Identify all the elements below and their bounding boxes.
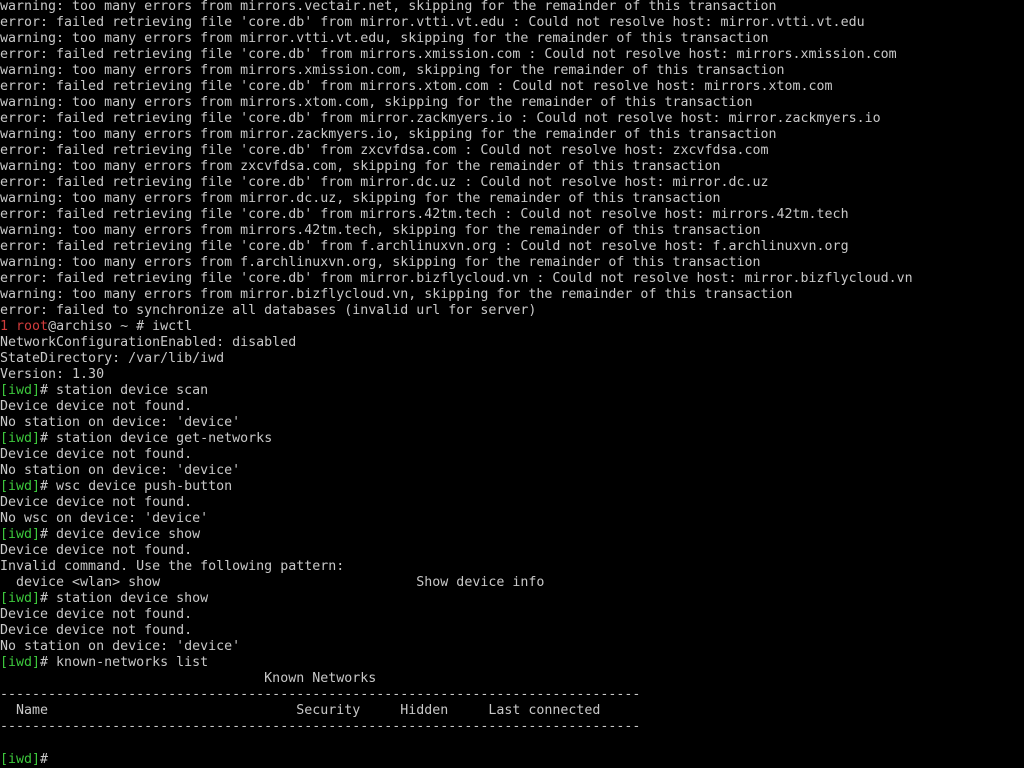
terminal[interactable]: warning: too many errors from mirrors.ve… [0,0,1024,768]
warning-line: warning: too many errors from zxcvfdsa.c… [0,159,721,174]
error-line: error: failed retrieving file 'core.db' … [0,239,849,254]
typed-command: station device get-networks [48,431,273,446]
iwd-prompt-line: [iwd]# device device show [0,527,1024,543]
error-line: error: failed retrieving file 'core.db' … [0,47,897,62]
error-line: error: failed retrieving file 'core.db' … [0,175,769,190]
typed-command: station device show [48,591,209,606]
prompt-symbol: # [40,383,49,398]
error-line: error: failed retrieving file 'core.db' … [0,271,913,286]
output-line: Invalid command. Use the following patte… [0,559,345,574]
output-line: Device device not found. [0,607,193,622]
prompt-symbol: # [40,479,49,494]
iwd-prompt-line: [iwd]# wsc device push-button [0,479,1024,495]
prompt-symbol: # [136,319,145,334]
table-divider: ----------------------------------------… [0,719,641,734]
warning-line: warning: too many errors from mirror.dc.… [0,191,721,206]
iwd-prompt-line: [iwd]# station device get-networks [0,431,1024,447]
iwd-prompt: [iwd] [0,431,41,446]
prompt-symbol: # [40,655,49,670]
iwd-prompt: [iwd] [0,479,41,494]
output-line: Device device not found. [0,447,193,462]
warning-line: warning: too many errors from f.archlinu… [0,255,761,270]
output-line: No station on device: 'device' [0,639,241,654]
error-line: error: failed retrieving file 'core.db' … [0,207,849,222]
warning-line: warning: too many errors from mirror.zac… [0,127,777,142]
prompt-symbol: # [40,752,49,767]
prompt-dir: ~ [112,319,137,334]
prompt-symbol: # [40,591,49,606]
error-line: error: failed retrieving file 'core.db' … [0,79,833,94]
text-cursor[interactable] [48,751,56,765]
prompt-host: @archiso [48,319,113,334]
iwd-prompt: [iwd] [0,383,41,398]
output-line: Device device not found. [0,399,193,414]
output-line: StateDirectory: /var/lib/iwd [0,351,225,366]
output-line: Device device not found. [0,623,193,638]
output-line: device <wlan> show Show device info [0,575,545,590]
output-line: Device device not found. [0,495,193,510]
typed-command: iwctl [144,319,193,334]
output-line: Device device not found. [0,543,193,558]
output-line: NetworkConfigurationEnabled: disabled [0,335,297,350]
warning-line: warning: too many errors from mirror.biz… [0,287,793,302]
iwd-prompt-line: [iwd]# [0,751,1024,767]
iwd-prompt: [iwd] [0,591,41,606]
prompt-symbol: # [40,527,49,542]
iwd-prompt-line: [iwd]# station device scan [0,383,1024,399]
typed-command: known-networks list [48,655,209,670]
iwd-prompt: [iwd] [0,527,41,542]
iwd-prompt-line: [iwd]# known-networks list [0,655,1024,671]
error-line: error: failed retrieving file 'core.db' … [0,15,865,30]
warning-line: warning: too many errors from mirror.vtt… [0,31,769,46]
typed-command: wsc device push-button [48,479,233,494]
prompt-user: root [16,319,49,334]
table-divider: ----------------------------------------… [0,687,641,702]
error-line: error: failed to synchronize all databas… [0,303,537,318]
output-line: No wsc on device: 'device' [0,511,209,526]
iwd-prompt: [iwd] [0,752,41,767]
shell-prompt-line: 1 root@archiso ~ # iwctl [0,319,1024,335]
exit-status: 1 [0,319,9,334]
warning-line: warning: too many errors from mirrors.ve… [0,0,777,14]
output-line: No station on device: 'device' [0,463,241,478]
known-networks-title: Known Networks [0,671,377,686]
error-line: error: failed retrieving file 'core.db' … [0,111,881,126]
known-networks-header: Name Security Hidden Last connected [0,703,601,718]
iwd-prompt-line: [iwd]# station device show [0,591,1024,607]
typed-command: station device scan [48,383,209,398]
output-line: Version: 1.30 [0,367,105,382]
error-line: error: failed retrieving file 'core.db' … [0,143,769,158]
output-line: No station on device: 'device' [0,415,241,430]
warning-line: warning: too many errors from mirrors.xm… [0,63,785,78]
typed-command: device device show [48,527,201,542]
warning-line: warning: too many errors from mirrors.42… [0,223,761,238]
warning-line: warning: too many errors from mirrors.xt… [0,95,753,110]
iwd-prompt: [iwd] [0,655,41,670]
prompt-symbol: # [40,431,49,446]
